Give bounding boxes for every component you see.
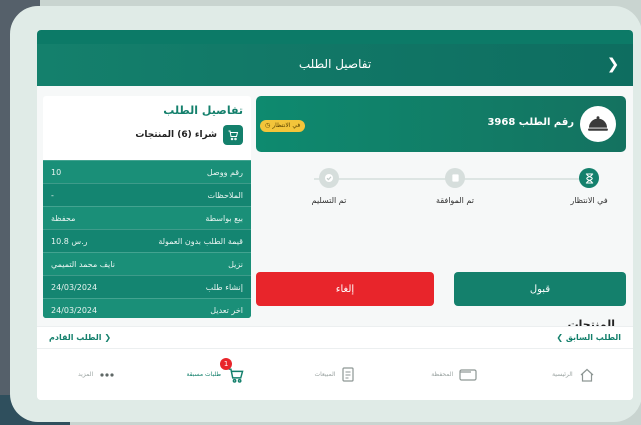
- notification-badge: 1: [220, 357, 233, 370]
- purchase-summary: شراء (6) المنتجات: [51, 125, 243, 145]
- purchase-label: شراء (6) المنتجات: [135, 130, 217, 140]
- order-stepper: في الانتظار تم الموافقة تم التسليم: [256, 162, 626, 222]
- info-row: محفظة بيع بواسطة: [43, 206, 251, 229]
- order-number: رقم الطلب 3968: [487, 117, 574, 128]
- step-delivered: تم التسليم: [274, 168, 384, 205]
- info-row-value: محفظة: [51, 213, 76, 223]
- home-icon: [579, 368, 595, 382]
- info-rows: 10 رقم ووصل - الملاحظات محفظة بيع بواسطة 10…: [43, 160, 251, 318]
- info-row: 10.8 ر.س قيمة الطلب بدون العمولة: [43, 229, 251, 252]
- document-icon: [445, 168, 465, 188]
- bottom-navigation: الرئيسية المحفظة المبيعات 1 طلبات مسبقة: [37, 348, 633, 400]
- back-chevron-icon[interactable]: ❯: [605, 56, 621, 72]
- info-row-label: رقم ووصل: [206, 167, 243, 177]
- order-pager: الطلب القادم ❯ ❮ الطلب السابق: [37, 326, 633, 348]
- page-title: تفاصيل الطلب: [298, 57, 372, 71]
- next-order-link[interactable]: الطلب القادم ❯: [49, 333, 111, 342]
- info-row-value: 24/03/2024: [51, 305, 98, 315]
- info-row-value: 10.8 ر.س: [51, 236, 88, 246]
- info-row: 24/03/2024 إنشاء طلب: [43, 275, 251, 298]
- info-row-label: بيع بواسطة: [205, 213, 243, 223]
- info-row-value: 10: [51, 167, 62, 177]
- cancel-button[interactable]: إلغاء: [256, 272, 434, 306]
- status-badge-label: في الانتظار: [272, 122, 301, 129]
- info-row-label: اخر تعديل: [210, 305, 243, 315]
- info-row-label: قيمة الطلب بدون العمولة: [158, 236, 243, 246]
- cloche-icon: [580, 106, 616, 142]
- app-screen: تفاصيل الطلب ❯ تفاصيل الطلب شراء (6) الم…: [37, 30, 633, 400]
- order-card: ◷ في الانتظار رقم الطلب 3968: [256, 96, 626, 152]
- info-row: 10 رقم ووصل: [43, 160, 251, 183]
- info-row-label: نزيل: [228, 259, 243, 269]
- nav-item-more[interactable]: المزيد: [37, 349, 156, 400]
- step-label: تم الموافقة: [436, 196, 474, 205]
- status-strip: [37, 30, 633, 44]
- app-header: تفاصيل الطلب ❯: [37, 44, 633, 86]
- nav-item-home[interactable]: الرئيسية: [514, 349, 633, 400]
- info-row-label: الملاحظات: [207, 190, 243, 200]
- cart-icon: [223, 125, 243, 145]
- more-icon: [99, 372, 115, 378]
- nav-item-wallet[interactable]: المحفظة: [395, 349, 514, 400]
- step-label: تم التسليم: [311, 196, 347, 205]
- step-pending: في الانتظار: [534, 168, 633, 205]
- info-row-label: إنشاء طلب: [205, 282, 243, 292]
- hourglass-icon: [579, 168, 599, 188]
- nav-item-preorders[interactable]: 1 طلبات مسبقة: [156, 349, 275, 400]
- cart-icon: 1: [220, 357, 245, 383]
- wallet-icon: [459, 368, 477, 381]
- step-label: في الانتظار: [570, 196, 608, 205]
- status-badge: ◷ في الانتظار: [260, 120, 306, 132]
- info-row: نايف محمد التميمي نزيل: [43, 252, 251, 275]
- clock-icon: ◷: [265, 122, 271, 129]
- previous-order-link[interactable]: ❮ الطلب السابق: [556, 333, 621, 342]
- accept-button[interactable]: قبول: [454, 272, 626, 306]
- nav-item-sales[interactable]: المبيعات: [275, 349, 394, 400]
- step-approved: تم الموافقة: [400, 168, 510, 205]
- info-row: - الملاحظات: [43, 183, 251, 206]
- main-content: تفاصيل الطلب شراء (6) المنتجات 10 رقم ووص…: [37, 86, 633, 331]
- nav-item-label: المبيعات: [314, 371, 336, 378]
- nav-item-label: الرئيسية: [552, 371, 573, 378]
- info-panel-title: تفاصيل الطلب: [163, 104, 243, 117]
- info-row-value: 24/03/2024: [51, 282, 98, 292]
- order-info-panel: تفاصيل الطلب شراء (6) المنتجات 10 رقم ووص…: [43, 96, 251, 318]
- info-row: 24/03/2024 اخر تعديل: [43, 298, 251, 318]
- info-panel-header: تفاصيل الطلب شراء (6) المنتجات: [43, 96, 251, 160]
- nav-item-label: طلبات مسبقة: [186, 371, 222, 378]
- nav-item-label: المزيد: [78, 371, 94, 378]
- info-row-value: -: [51, 190, 54, 200]
- check-icon: [319, 168, 339, 188]
- nav-item-label: المحفظة: [431, 371, 454, 378]
- receipt-icon: [341, 367, 355, 382]
- info-row-value: نايف محمد التميمي: [51, 259, 115, 269]
